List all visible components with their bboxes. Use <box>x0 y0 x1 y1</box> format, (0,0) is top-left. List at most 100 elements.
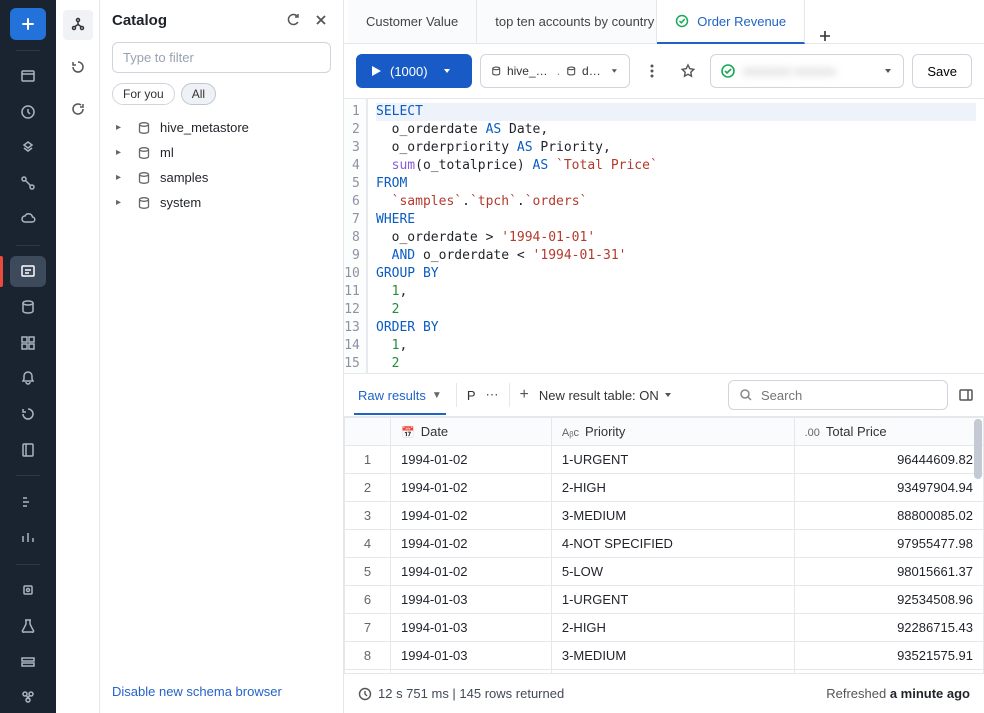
results-table: 📅DateAᵦcPriority.00Total Price 11994-01-… <box>344 417 984 673</box>
chevron-right-icon: ▸ <box>116 172 128 183</box>
sidebar-mini <box>56 0 100 713</box>
chevron-right-icon: ▸ <box>116 122 128 133</box>
table-row[interactable]: 71994-01-032-HIGH92286715.43 <box>345 614 984 642</box>
run-button[interactable]: (1000) <box>356 54 442 88</box>
dashboards-icon[interactable] <box>10 327 46 359</box>
data-icon[interactable] <box>10 132 46 164</box>
database-icon <box>136 121 152 135</box>
table-row[interactable]: 91994-01-034-NOT SPECIFIED87568531.46 <box>345 670 984 674</box>
column-header[interactable]: 📅Date <box>391 418 552 446</box>
tab-label: Order Revenue <box>697 14 786 29</box>
nav-rail <box>0 0 56 713</box>
kebab-menu-icon[interactable] <box>638 57 666 85</box>
database-icon <box>136 171 152 185</box>
experiments-icon[interactable] <box>10 610 46 642</box>
query-toolbar: (1000) hive_m… . de… xxxxxxxx xxxxxxx Sa… <box>344 44 984 99</box>
vertical-scrollbar[interactable] <box>974 419 982 479</box>
table-row[interactable]: 51994-01-025-LOW98015661.37 <box>345 558 984 586</box>
status-timing: 12 s 751 ms | 145 rows returned <box>378 686 564 701</box>
favorite-icon[interactable] <box>674 57 702 85</box>
queries-icon[interactable] <box>10 291 46 323</box>
results-tab-raw[interactable]: Raw results ▼ <box>354 388 446 415</box>
catalog-title: Catalog <box>112 12 275 29</box>
results-table-wrap[interactable]: 📅DateAᵦcPriority.00Total Price 11994-01-… <box>344 417 984 673</box>
new-button[interactable] <box>10 8 46 40</box>
close-catalog-icon[interactable] <box>311 10 331 30</box>
table-row[interactable]: 81994-01-033-MEDIUM93521575.91 <box>345 642 984 670</box>
history-icon[interactable] <box>10 398 46 430</box>
schema-tree-icon[interactable] <box>63 10 93 40</box>
refresh-catalog-icon[interactable] <box>283 10 303 30</box>
tree-item-label: samples <box>160 170 208 185</box>
catalog-panel: Catalog For you All ▸ hive_metastore ▸ ml ▸ s… <box>100 0 344 713</box>
models-icon[interactable] <box>10 646 46 678</box>
context-schema-label: de… <box>582 64 604 78</box>
alerts-icon[interactable] <box>10 363 46 395</box>
chevron-right-icon: ▸ <box>116 147 128 158</box>
tree-item-label: hive_metastore <box>160 120 249 135</box>
editor-tabs: Customer Value top ten accounts by countr… <box>344 0 984 44</box>
marketplace-icon[interactable] <box>10 681 46 713</box>
refresh-mini-icon[interactable] <box>63 94 93 124</box>
table-row[interactable]: 11994-01-021-URGENT96444609.82 <box>345 446 984 474</box>
workflows-icon[interactable] <box>10 167 46 199</box>
database-icon <box>136 196 152 210</box>
editor-tab[interactable]: top ten accounts by country <box>477 0 657 43</box>
cloud-icon[interactable] <box>10 203 46 235</box>
type-icon: Aᵦc <box>562 427 579 439</box>
new-result-toggle[interactable]: New result table: ON <box>539 388 673 403</box>
ml-icon[interactable] <box>10 574 46 606</box>
recents-icon[interactable] <box>10 96 46 128</box>
type-icon: 📅 <box>401 427 415 439</box>
workspace-icon[interactable] <box>10 61 46 93</box>
add-result-tab-button[interactable]: + <box>520 386 529 404</box>
column-header[interactable]: .00Total Price <box>794 418 983 446</box>
column-header[interactable]: AᵦcPriority <box>551 418 794 446</box>
tree-item[interactable]: ▸ ml <box>106 140 337 165</box>
tree-item-label: ml <box>160 145 174 160</box>
editor-tab[interactable]: Order Revenue <box>657 0 805 44</box>
chevron-right-icon: ▸ <box>116 197 128 208</box>
tree-item[interactable]: ▸ system <box>106 190 337 215</box>
results-search[interactable] <box>728 380 948 410</box>
table-row[interactable]: 61994-01-031-URGENT92534508.96 <box>345 586 984 614</box>
tree-item-label: system <box>160 195 201 210</box>
cluster-picker[interactable]: xxxxxxxx xxxxxxx <box>710 54 905 88</box>
context-catalog-label: hive_m… <box>507 64 551 78</box>
table-row[interactable]: 21994-01-022-HIGH93497904.94 <box>345 474 984 502</box>
history-mini-icon[interactable] <box>63 52 93 82</box>
tree-item[interactable]: ▸ samples <box>106 165 337 190</box>
tree-item[interactable]: ▸ hive_metastore <box>106 115 337 140</box>
results-tab-more-icon[interactable]: ⋯ <box>486 387 499 403</box>
context-picker[interactable]: hive_m… . de… <box>480 54 630 88</box>
table-row[interactable]: 31994-01-023-MEDIUM88800085.02 <box>345 502 984 530</box>
cluster-name-hidden: xxxxxxxx xxxxxxx <box>743 64 876 78</box>
sql-editor[interactable]: 123456789101112131415 SELECT o_orderdate… <box>344 99 984 373</box>
run-limit-label: (1000) <box>390 64 428 79</box>
chip-all[interactable]: All <box>181 83 216 105</box>
status-bar: 12 s 751 ms | 145 rows returned Refreshe… <box>344 673 984 713</box>
status-refreshed: Refreshed a minute ago <box>826 686 970 701</box>
tab-label: top ten accounts by country <box>495 14 654 29</box>
type-icon: .00 <box>805 427 820 439</box>
panel-toggle-icon[interactable] <box>958 387 974 403</box>
disable-schema-browser-link[interactable]: Disable new schema browser <box>112 684 282 699</box>
chip-for-you[interactable]: For you <box>112 83 175 105</box>
catalog-nav-icon[interactable] <box>10 434 46 466</box>
clock-icon <box>358 687 372 701</box>
results-tab-bar: Raw results ▼ P ⋯ + New result table: ON <box>344 373 984 417</box>
run-dropdown-button[interactable] <box>442 54 472 88</box>
tab-label: Customer Value <box>366 14 458 29</box>
results-search-input[interactable] <box>761 388 937 403</box>
catalog-tree: ▸ hive_metastore ▸ ml ▸ samples ▸ system <box>100 113 343 674</box>
save-button[interactable]: Save <box>912 54 972 88</box>
database-icon <box>136 146 152 160</box>
results-tab-extra[interactable]: P <box>467 388 476 403</box>
table-row[interactable]: 41994-01-024-NOT SPECIFIED97955477.98 <box>345 530 984 558</box>
new-tab-button[interactable] <box>805 29 845 43</box>
pipelines-icon[interactable] <box>10 522 46 554</box>
lineage-icon[interactable] <box>10 486 46 518</box>
editor-tab[interactable]: Customer Value <box>348 0 477 43</box>
sql-editor-icon[interactable] <box>10 256 46 288</box>
catalog-filter-input[interactable] <box>112 42 331 73</box>
